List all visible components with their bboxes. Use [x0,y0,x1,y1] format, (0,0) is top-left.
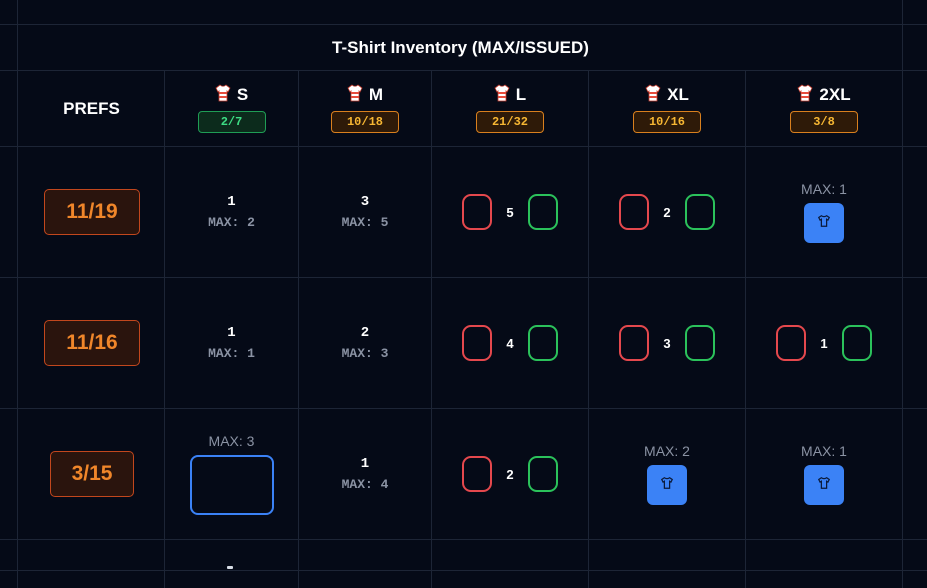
max-label: MAX: 5 [341,215,389,230]
size-title: M [347,83,384,107]
grid-line [902,0,903,588]
max-label: MAX: 1 [801,443,847,459]
tshirt-icon [215,83,231,107]
inventory-cell: MAX: 3 [165,409,298,539]
quantity-stepper: 4 [462,325,558,361]
size-count-badge: 10/18 [331,111,399,133]
max-label: MAX: 2 [644,443,690,459]
stepper-value: 2 [506,466,514,482]
inventory-cell: 3 [589,278,745,408]
quantity-stepper: 2 [619,194,715,230]
issued-value: 1 [227,194,236,210]
size-label: L [515,85,527,104]
size-label: S [236,85,249,104]
inventory-cell: MAX: 1 [746,147,902,277]
tshirt-icon [347,83,363,107]
quantity-stepper: 2 [462,456,558,492]
grid-line [0,539,927,540]
inventory-cell: 4 [432,278,588,408]
tshirt-icon [817,476,831,495]
pref-date-badge[interactable]: 11/16 [44,320,140,366]
inventory-cell: 2 [589,147,745,277]
decrement-button[interactable] [619,194,649,230]
increment-button[interactable] [528,456,558,492]
decrement-button[interactable] [462,456,492,492]
issued-value: 1 [360,456,370,472]
increment-button[interactable] [685,194,715,230]
add-shirt-button[interactable] [647,465,687,505]
size-count-badge: 3/8 [790,111,858,133]
size-header-s: S 2/7 [165,71,298,147]
decrement-button[interactable] [619,325,649,361]
add-shirt-button[interactable] [804,465,844,505]
size-header-m: M 10/18 [299,71,431,147]
size-count-badge: 10/16 [633,111,701,133]
add-shirt-button[interactable] [804,203,844,243]
decrement-button[interactable] [462,194,492,230]
max-label: MAX: 4 [341,477,389,492]
size-title: 2XL [797,83,851,107]
stepper-value: 1 [820,335,828,351]
size-label: XL [667,85,689,104]
stepper-value: 3 [663,335,671,351]
inventory-cell: 1 MAX: 4 [299,409,431,539]
max-label: MAX: 1 [801,181,847,197]
stepper-value: 4 [506,335,514,351]
stepper-value: 2 [663,204,671,220]
pref-date-badge[interactable]: 3/15 [50,451,134,497]
size-title: XL [645,83,689,107]
size-title: L [494,83,527,107]
prefs-header: PREFS [63,99,120,118]
size-header-xl: XL 10/16 [589,71,745,147]
max-label: MAX: 3 [341,346,389,361]
inventory-cell: 1 [746,278,902,408]
max-label: MAX: 3 [208,433,255,449]
tshirt-icon [797,83,813,107]
tshirt-icon [494,83,510,107]
issued-value: 2 [360,325,370,341]
grid-line [0,570,927,571]
tshirt-icon [817,214,831,233]
inventory-cell: 3 MAX: 5 [299,147,431,277]
max-label: MAX: 1 [208,346,255,361]
increment-button[interactable] [685,325,715,361]
inventory-cell: 2 MAX: 3 [299,278,431,408]
inventory-cell: MAX: 1 [746,409,902,539]
stepper-value: 5 [506,204,514,220]
quantity-input[interactable] [189,455,274,515]
size-label: 2XL [819,85,851,104]
inventory-cell: MAX: 2 [589,409,745,539]
increment-button[interactable] [842,325,872,361]
size-title: S [215,83,249,107]
issued-value: 1 [227,325,236,341]
quantity-stepper: 3 [619,325,715,361]
inventory-cell: 2 [432,409,588,539]
size-count-badge: 21/32 [476,111,544,133]
size-count-badge: 2/7 [197,111,266,133]
decrement-button[interactable] [776,325,806,361]
table-title: T-Shirt Inventory (MAX/ISSUED) [332,37,589,57]
size-header-2xl: 2XL 3/8 [746,71,902,147]
partial-row-text [227,566,233,569]
increment-button[interactable] [528,194,558,230]
quantity-stepper: 1 [776,325,872,361]
inventory-cell: 1 MAX: 1 [165,278,298,408]
increment-button[interactable] [528,325,558,361]
quantity-stepper: 5 [462,194,558,230]
decrement-button[interactable] [462,325,492,361]
max-label: MAX: 2 [208,215,255,230]
size-header-l: L 21/32 [432,71,588,147]
inventory-cell: 5 [432,147,588,277]
tshirt-icon [645,83,661,107]
inventory-cell: 1 MAX: 2 [165,147,298,277]
size-label: M [368,85,384,104]
tshirt-icon [660,476,674,495]
pref-date-badge[interactable]: 11/19 [44,189,140,235]
issued-value: 3 [360,194,370,210]
